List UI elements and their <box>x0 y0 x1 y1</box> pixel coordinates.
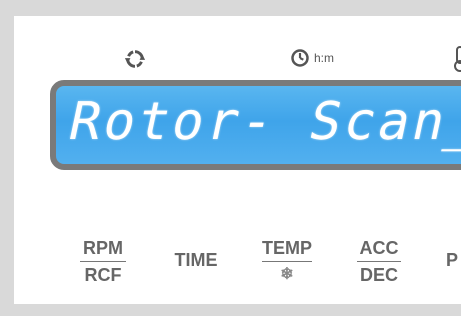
rotate-icon <box>124 48 146 70</box>
lcd-display: Rotor- Scan__ <box>50 80 461 170</box>
rpm-rcf-button[interactable]: RPM RCF <box>80 238 126 285</box>
function-button-row: RPM RCF TIME TEMP ❄ ACC DEC P <box>14 236 461 296</box>
rpm-label: RPM <box>83 238 123 258</box>
temp-button[interactable]: TEMP ❄ <box>262 238 312 285</box>
time-label: TIME <box>174 250 218 270</box>
prog-button[interactable]: P <box>446 250 461 270</box>
acc-dec-divider <box>357 261 401 262</box>
control-panel: h:m Rotor- Scan__ RPM RCF TIME TEMP ❄ AC… <box>14 16 461 304</box>
thermometer-icon <box>453 46 461 72</box>
time-unit-label: h:m <box>314 51 335 65</box>
acc-label: ACC <box>359 238 399 258</box>
lcd-display-text: Rotor- Scan__ <box>63 92 461 152</box>
temp-label: TEMP <box>262 238 313 258</box>
status-icon-row: h:m <box>14 46 461 76</box>
dec-label: DEC <box>359 265 398 285</box>
rpm-rcf-divider <box>80 261 126 262</box>
clock-icon: h:m <box>290 48 334 68</box>
temp-divider <box>262 261 312 262</box>
prog-label: P <box>446 250 459 270</box>
acc-dec-button[interactable]: ACC DEC <box>357 238 401 285</box>
rcf-label: RCF <box>84 265 122 285</box>
snowflake-icon: ❄ <box>280 266 294 283</box>
time-button[interactable]: TIME <box>170 250 222 270</box>
